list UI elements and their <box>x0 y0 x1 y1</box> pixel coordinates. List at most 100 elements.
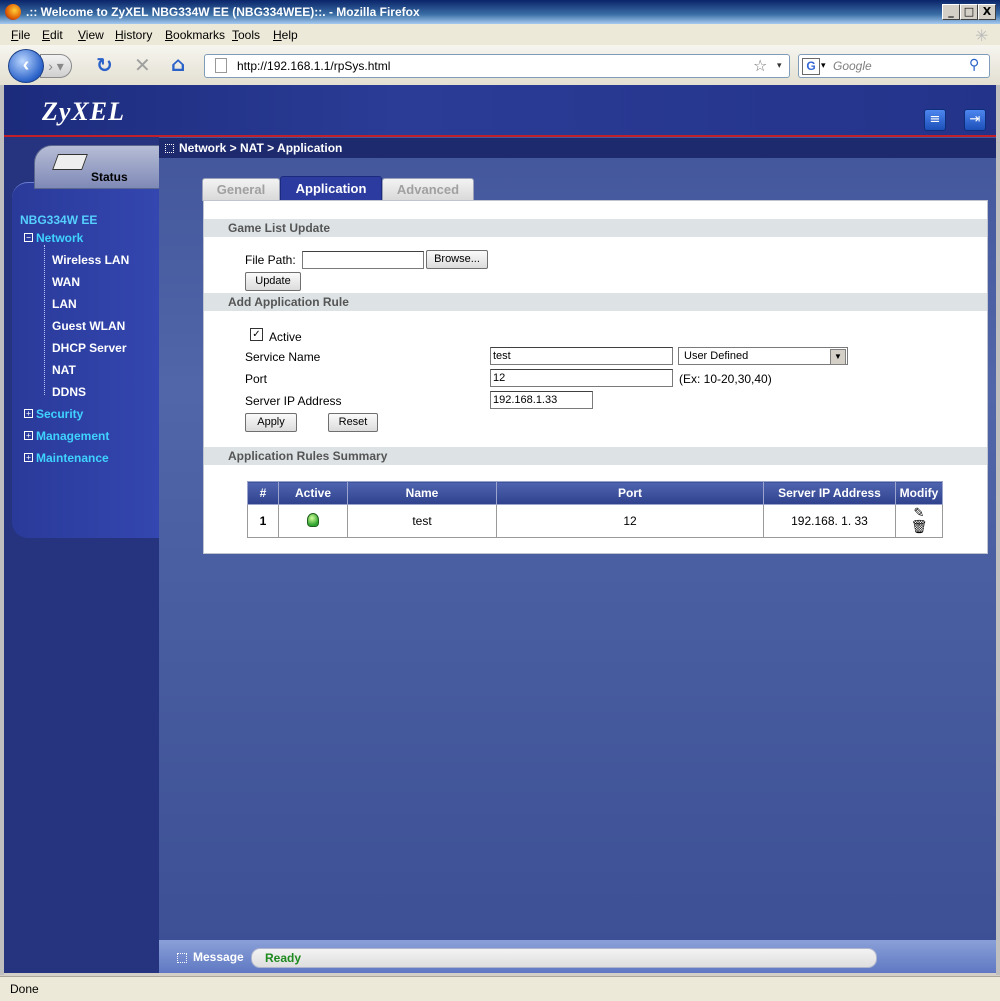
window-title: .:: Welcome to ZyXEL NBG334W EE (NBG334W… <box>26 5 420 19</box>
device-model: NBG334W EE <box>20 213 98 227</box>
maximize-button[interactable]: □ <box>960 4 978 20</box>
home-icon[interactable]: ⌂ <box>171 52 185 76</box>
tab-advanced[interactable]: Advanced <box>382 178 474 201</box>
back-button[interactable]: ‹ <box>8 49 44 83</box>
section-title: Game List Update <box>228 221 331 235</box>
file-path-label: File Path: <box>245 253 296 267</box>
status-label: Status <box>91 170 128 184</box>
row-port: 12 <box>496 504 764 538</box>
expand-icon[interactable]: + <box>24 409 33 418</box>
section-title: Application Rules Summary <box>228 449 388 463</box>
menu-help[interactable]: Help <box>273 28 298 42</box>
update-button[interactable]: Update <box>245 272 301 291</box>
edit-icon[interactable]: ✎ <box>914 506 925 521</box>
search-box[interactable]: G ▾ Google ⚲ <box>798 54 990 78</box>
url-dropdown-icon[interactable]: ▾ <box>777 60 782 71</box>
menu-tools[interactable]: Tools <box>232 28 260 42</box>
row-name: test <box>347 504 497 538</box>
breadcrumb: Network > NAT > Application <box>159 138 996 158</box>
expand-icon[interactable]: + <box>24 453 33 462</box>
window-title-bar: .:: Welcome to ZyXEL NBG334W EE (NBG334W… <box>0 0 1000 24</box>
reload-icon[interactable]: ↻ <box>96 53 113 77</box>
menu-view[interactable]: View <box>78 28 104 42</box>
url-bar[interactable]: http://192.168.1.1/rpSys.html ☆ ▾ <box>204 54 790 78</box>
col-index: # <box>247 481 279 505</box>
search-engine-icon[interactable]: G <box>802 58 820 75</box>
nav-panel <box>12 182 162 538</box>
file-path-input[interactable] <box>302 251 424 269</box>
minimize-button[interactable]: _ <box>942 4 960 20</box>
zyxel-header: ZyXEL ≡ ⇥ <box>4 85 996 137</box>
expand-icon[interactable]: + <box>24 431 33 440</box>
section-game-list-update: Game List Update <box>204 219 987 237</box>
close-button[interactable]: X <box>978 4 996 20</box>
forward-button[interactable]: › ▾ <box>40 54 72 78</box>
nav-maintenance[interactable]: Maintenance <box>36 451 109 465</box>
search-icon[interactable]: ⚲ <box>969 57 979 73</box>
search-engine-dropdown-icon[interactable]: ▾ <box>821 60 826 71</box>
delete-icon[interactable]: 🗑 <box>911 520 928 535</box>
active-checkbox[interactable]: ✓ <box>250 328 263 341</box>
server-ip-input[interactable]: 192.168.1.33 <box>490 391 593 409</box>
nav-network[interactable]: Network <box>36 231 83 245</box>
message-text: Ready <box>265 951 302 965</box>
section-application-rules-summary: Application Rules Summary <box>204 447 987 465</box>
chevron-down-icon[interactable]: ▼ <box>830 349 846 365</box>
tree-line <box>44 245 45 395</box>
port-input[interactable]: 12 <box>490 369 673 387</box>
port-hint: (Ex: 10-20,30,40) <box>679 372 772 386</box>
stop-icon[interactable]: ✕ <box>134 53 151 77</box>
status-tab[interactable]: Status <box>34 145 161 189</box>
bookmark-star-icon[interactable]: ☆ <box>753 56 767 75</box>
zyxel-logo: ZyXEL <box>42 97 125 126</box>
search-placeholder: Google <box>833 59 872 73</box>
collapse-icon[interactable]: − <box>24 233 33 242</box>
nav-wan[interactable]: WAN <box>52 275 80 289</box>
tab-general[interactable]: General <box>202 178 280 201</box>
logout-icon[interactable]: ⇥ <box>964 109 986 131</box>
col-modify: Modify <box>895 481 943 505</box>
firefox-icon <box>5 4 21 20</box>
row-server-ip: 192.168. 1. 33 <box>763 504 896 538</box>
apply-button[interactable]: Apply <box>245 413 297 432</box>
nav-ddns[interactable]: DDNS <box>52 385 86 399</box>
section-add-application-rule: Add Application Rule <box>204 293 987 311</box>
section-title: Add Application Rule <box>228 295 349 309</box>
nav-security[interactable]: Security <box>36 407 83 421</box>
browse-button[interactable]: Browse... <box>426 250 488 269</box>
router-icon <box>52 154 88 170</box>
rules-table: # Active Name Port Server IP Address Mod… <box>247 481 943 538</box>
col-name: Name <box>347 481 497 505</box>
window-frame-right <box>996 85 1000 975</box>
active-bulb-icon <box>307 512 319 527</box>
active-label: Active <box>269 330 302 344</box>
nav-lan[interactable]: LAN <box>52 297 77 311</box>
service-type-select[interactable]: User Defined ▼ <box>678 347 848 365</box>
site-map-icon[interactable]: ≡ <box>924 109 946 131</box>
service-name-input[interactable]: test <box>490 347 673 365</box>
menu-history[interactable]: History <box>115 28 152 42</box>
row-index: 1 <box>247 504 279 538</box>
row-active <box>278 504 348 538</box>
nav-guest-wlan[interactable]: Guest WLAN <box>52 319 125 333</box>
port-label: Port <box>245 372 268 386</box>
message-label: Message <box>193 950 244 964</box>
breadcrumb-text: Network > NAT > Application <box>179 141 343 155</box>
tab-application[interactable]: Application <box>280 176 382 201</box>
nav-management[interactable]: Management <box>36 429 109 443</box>
nav-wireless-lan[interactable]: Wireless LAN <box>52 253 129 267</box>
nav-dhcp-server[interactable]: DHCP Server <box>52 341 126 355</box>
browser-status-bar: Done <box>0 976 1000 1001</box>
menu-bookmarks[interactable]: Bookmarks <box>165 28 225 42</box>
col-port: Port <box>496 481 764 505</box>
server-ip-label: Server IP Address <box>245 394 342 408</box>
menu-edit[interactable]: Edit <box>42 28 63 42</box>
message-field: Ready <box>251 948 877 968</box>
nav-nat[interactable]: NAT <box>52 363 76 377</box>
page-icon <box>215 58 227 73</box>
service-type-value: User Defined <box>684 350 749 362</box>
row-modify: ✎ 🗑 <box>895 504 943 538</box>
menu-file[interactable]: File <box>11 28 30 42</box>
breadcrumb-icon <box>165 144 174 153</box>
reset-button[interactable]: Reset <box>328 413 378 432</box>
